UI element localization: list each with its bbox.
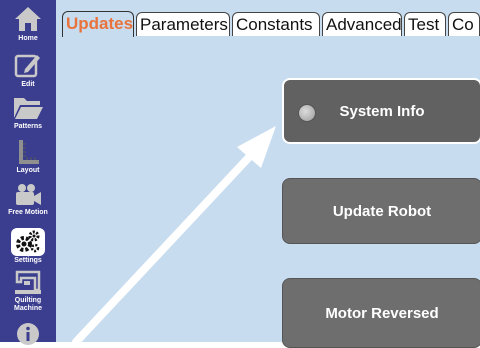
sidebar-item-edit[interactable]: Edit [0, 50, 56, 89]
sidebar-item-settings[interactable]: Settings [0, 228, 56, 265]
folder-icon [14, 98, 43, 119]
sidebar-item-label: Settings [14, 257, 42, 264]
sidebar: Home Edit Patterns Layout Free Motion Se… [0, 0, 56, 345]
status-indicator [298, 104, 316, 122]
sidebar-item-label: Patterns [13, 123, 42, 130]
sidebar-item-patterns[interactable]: Patterns [0, 92, 56, 131]
tab-bar: Updates Parameters Constants Advanced Te… [56, 0, 480, 37]
sidebar-item-free-motion[interactable]: Free Motion [0, 182, 56, 217]
sidebar-item-label: Home [18, 35, 38, 42]
info-icon [17, 323, 39, 345]
motor-reversed-label: Motor Reversed [325, 304, 439, 322]
system-info-label: System Info [339, 102, 425, 120]
tab-co[interactable]: Co [448, 12, 480, 36]
system-info-button[interactable]: System Info [282, 78, 480, 144]
tab-parameters[interactable]: Parameters [136, 12, 230, 36]
tab-constants[interactable]: Constants [232, 12, 320, 36]
sidebar-item-label: Quilting Machine [13, 297, 42, 312]
motor-reversed-button[interactable]: Motor Reversed [282, 278, 480, 348]
tab-updates[interactable]: Updates [62, 11, 134, 37]
sidebar-item-home[interactable]: Home [0, 4, 56, 43]
sidebar-item-info[interactable] [0, 322, 56, 346]
ruler-icon [19, 140, 39, 164]
tab-test[interactable]: Test [404, 12, 446, 36]
sidebar-item-label: Free Motion [8, 209, 48, 216]
update-robot-label: Update Robot [332, 202, 432, 220]
gears-icon [16, 230, 40, 253]
sidebar-item-label: Layout [16, 167, 40, 174]
sewing-machine-icon [15, 270, 41, 294]
sidebar-item-label: Edit [21, 81, 35, 88]
video-camera-icon [16, 184, 41, 205]
tab-advanced[interactable]: Advanced [322, 12, 402, 36]
home-icon [15, 7, 41, 31]
edit-icon [14, 54, 40, 78]
sidebar-item-layout[interactable]: Layout [0, 138, 56, 175]
sidebar-item-quilting-machine[interactable]: Quilting Machine [0, 268, 56, 313]
update-robot-button[interactable]: Update Robot [282, 178, 480, 244]
